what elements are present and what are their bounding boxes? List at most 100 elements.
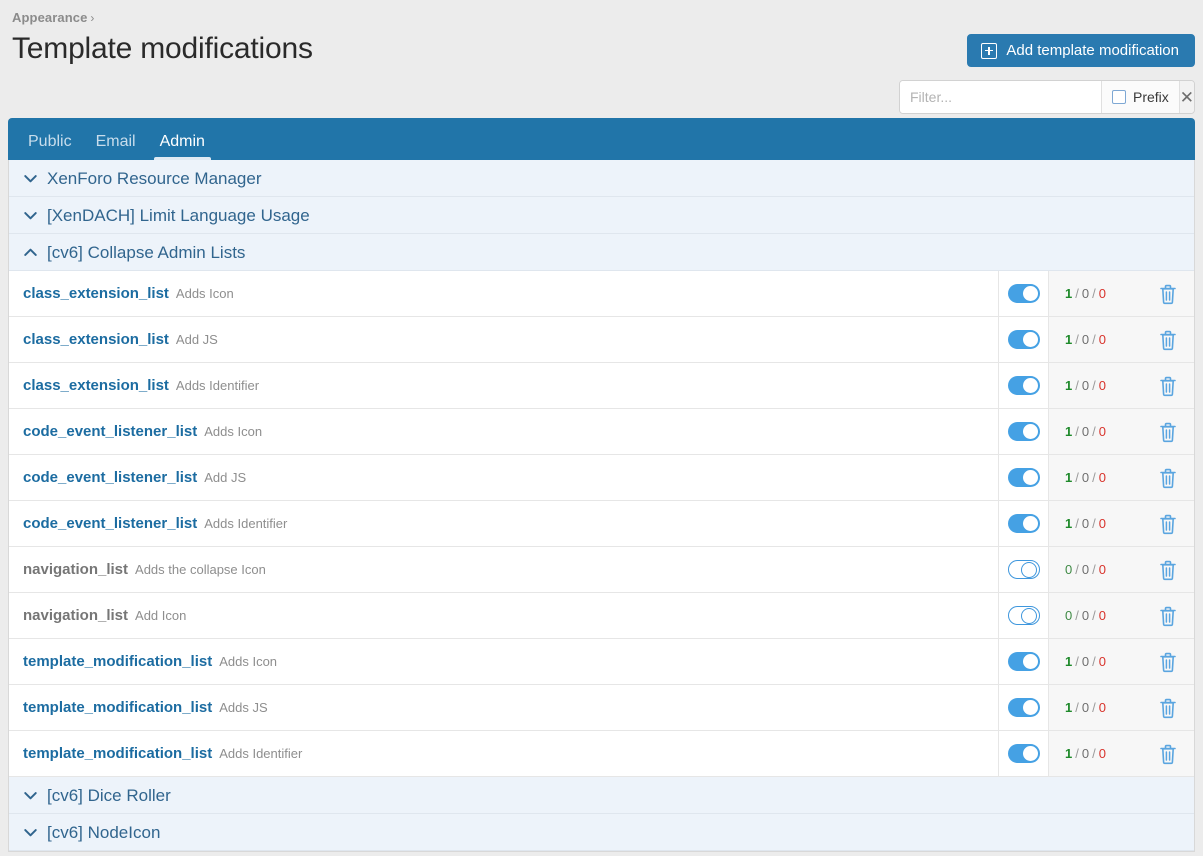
delete-modification-button[interactable] [1142, 317, 1194, 362]
trash-icon [1158, 283, 1178, 305]
count-value: 0 [1081, 700, 1090, 715]
count-separator: / [1075, 608, 1079, 623]
modification-template-link[interactable]: class_extension_list [23, 331, 169, 348]
modification-description: Adds Identifier [175, 378, 260, 393]
modification-description: Adds Identifier [219, 746, 303, 761]
addon-group-label: [cv6] Dice Roller [47, 785, 171, 805]
delete-modification-button[interactable] [1142, 593, 1194, 638]
count-value: 0 [1081, 608, 1090, 623]
tab-admin[interactable]: Admin [150, 134, 215, 160]
addon-group-header[interactable]: [cv6] Dice Roller [9, 777, 1194, 814]
count-separator: / [1075, 424, 1079, 439]
count-value: 0 [1098, 746, 1106, 761]
enable-toggle[interactable] [1007, 652, 1040, 671]
modification-counts: 1/0/0 [1048, 317, 1142, 362]
chevron-down-icon [23, 208, 38, 223]
delete-modification-button[interactable] [1142, 731, 1194, 776]
count-value: 0 [1081, 424, 1090, 439]
enable-toggle[interactable] [1007, 514, 1040, 533]
count-value: 0 [1098, 332, 1106, 347]
enable-toggle[interactable] [1007, 560, 1040, 579]
count-separator: / [1075, 746, 1079, 761]
count-separator: / [1092, 654, 1096, 669]
enable-toggle[interactable] [1007, 468, 1040, 487]
modification-template-link[interactable]: class_extension_list [23, 285, 169, 302]
trash-icon [1158, 329, 1178, 351]
enable-toggle[interactable] [1007, 422, 1040, 441]
count-value: 1 [1065, 332, 1073, 347]
template-modification-row: code_event_listener_list Adds Icon 1/0/0 [9, 409, 1194, 455]
delete-modification-button[interactable] [1142, 547, 1194, 592]
modification-main-cell: class_extension_list Add JS [9, 317, 998, 362]
addon-group-label: [XenDACH] Limit Language Usage [47, 205, 310, 225]
modification-description: Adds Icon [175, 286, 234, 301]
enable-toggle-cell [998, 501, 1048, 546]
delete-modification-button[interactable] [1142, 639, 1194, 684]
count-value: 0 [1081, 516, 1090, 531]
count-value: 0 [1081, 286, 1090, 301]
enable-toggle[interactable] [1007, 330, 1040, 349]
prefix-checkbox[interactable] [1112, 90, 1126, 104]
modification-template-link[interactable]: navigation_list [23, 561, 128, 578]
filter-input[interactable] [900, 81, 1101, 113]
enable-toggle[interactable] [1007, 698, 1040, 717]
count-separator: / [1075, 700, 1079, 715]
addon-group-header[interactable]: [XenDACH] Limit Language Usage [9, 197, 1194, 234]
enable-toggle[interactable] [1007, 284, 1040, 303]
prefix-checkbox-wrapper[interactable]: Prefix [1101, 81, 1179, 113]
modification-template-link[interactable]: code_event_listener_list [23, 469, 197, 486]
count-separator: / [1075, 378, 1079, 393]
modification-template-link[interactable]: template_modification_list [23, 653, 212, 670]
count-separator: / [1092, 700, 1096, 715]
modification-description: Add JS [204, 470, 247, 485]
delete-modification-button[interactable] [1142, 271, 1194, 316]
modification-counts: 0/0/0 [1048, 547, 1142, 592]
enable-toggle[interactable] [1007, 606, 1040, 625]
modification-template-link[interactable]: template_modification_list [23, 745, 212, 762]
count-value: 1 [1065, 286, 1073, 301]
modification-template-link[interactable]: navigation_list [23, 607, 128, 624]
enable-toggle-cell [998, 271, 1048, 316]
breadcrumb: Appearance › [8, 8, 1195, 25]
enable-toggle-cell [998, 731, 1048, 776]
enable-toggle[interactable] [1007, 744, 1040, 763]
enable-toggle-cell [998, 593, 1048, 638]
tab-public[interactable]: Public [18, 134, 82, 160]
tab-email[interactable]: Email [86, 134, 146, 160]
count-value: 0 [1081, 470, 1090, 485]
enable-toggle-cell [998, 363, 1048, 408]
template-modification-row: template_modification_list Adds Icon 1/0/0 [9, 639, 1194, 685]
addon-group-header[interactable]: XenForo Resource Manager [9, 160, 1194, 197]
template-modification-row: navigation_list Adds the collapse Icon 0/0… [9, 547, 1194, 593]
delete-modification-button[interactable] [1142, 409, 1194, 454]
modification-template-link[interactable]: template_modification_list [23, 699, 212, 716]
count-value: 0 [1065, 562, 1073, 577]
modification-template-link[interactable]: code_event_listener_list [23, 423, 197, 440]
add-template-modification-button[interactable]: Add template modification [967, 34, 1195, 67]
delete-modification-button[interactable] [1142, 455, 1194, 500]
count-value: 0 [1081, 562, 1090, 577]
addon-group-header[interactable]: [cv6] Collapse Admin Lists [9, 234, 1194, 271]
count-value: 0 [1098, 516, 1106, 531]
breadcrumb-item-appearance[interactable]: Appearance [12, 10, 87, 25]
enable-toggle[interactable] [1007, 376, 1040, 395]
count-separator: / [1075, 516, 1079, 531]
modification-description: Adds JS [219, 700, 268, 715]
delete-modification-button[interactable] [1142, 363, 1194, 408]
count-separator: / [1092, 424, 1096, 439]
delete-modification-button[interactable] [1142, 685, 1194, 730]
breadcrumb-separator-icon: › [90, 11, 95, 25]
delete-modification-button[interactable] [1142, 501, 1194, 546]
chevron-up-icon [23, 245, 38, 260]
modification-description: Adds Icon [219, 654, 278, 669]
modification-counts: 1/0/0 [1048, 685, 1142, 730]
filter-close-button[interactable]: ✕ [1178, 81, 1194, 113]
count-separator: / [1092, 608, 1096, 623]
addon-group-header[interactable]: [cv6] NodeIcon [9, 814, 1194, 851]
addon-group-label: XenForo Resource Manager [47, 168, 262, 188]
modification-template-link[interactable]: code_event_listener_list [23, 515, 197, 532]
count-separator: / [1092, 562, 1096, 577]
count-separator: / [1092, 332, 1096, 347]
modification-template-link[interactable]: class_extension_list [23, 377, 169, 394]
modification-main-cell: navigation_list Add Icon [9, 593, 998, 638]
